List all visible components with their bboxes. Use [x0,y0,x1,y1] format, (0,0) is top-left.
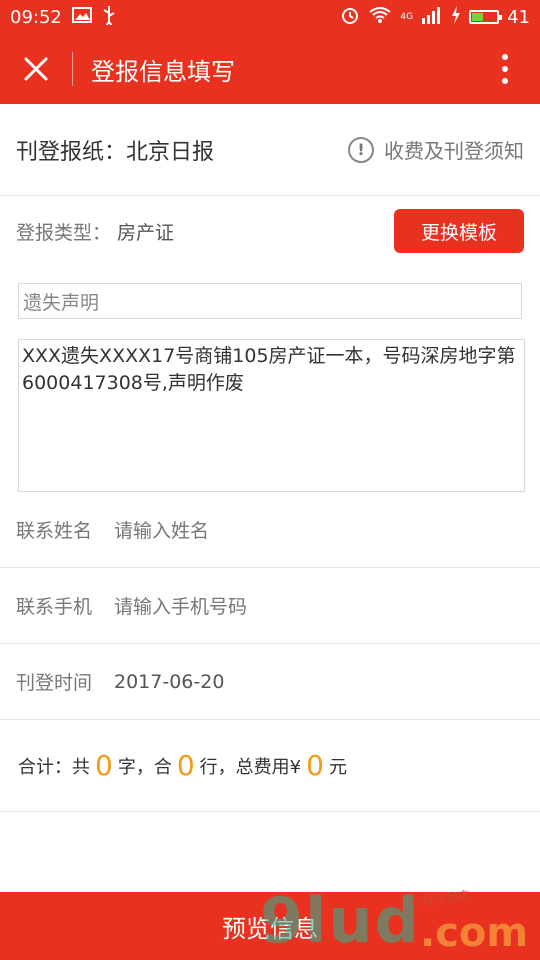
fee-notice-link[interactable]: ! 收费及刊登须知 [348,135,524,164]
contact-phone-row: 联系手机 请输入手机号码 [0,568,540,644]
publish-date-value[interactable]: 2017-06-20 [114,671,224,693]
cost-unit: 元 [328,756,347,778]
contact-phone-input[interactable]: 请输入手机号码 [114,592,247,619]
contact-phone-label: 联系手机 [16,596,93,618]
nav-bar: 登报信息填写 [0,34,540,104]
usb-icon [102,5,116,30]
image-notification-icon [71,6,92,28]
ad-type-row: 登报类型： 房产证 更换模板 [0,196,540,266]
line-count: 0 [176,749,195,782]
publish-date-label: 刊登时间 [16,672,93,694]
status-time: 09:52 [10,6,62,28]
contact-name-row: 联系姓名 请输入姓名 [0,492,540,568]
fee-notice-label: 收费及刊登须知 [384,139,524,163]
preview-button[interactable]: 预览信息 [0,892,540,960]
char-unit: 字，合 [117,756,172,778]
signal-icon [421,6,443,29]
notice-content-textarea[interactable]: XXX遗失XXXX17号商铺105房产证一本，号码深房地字第6000417308… [18,339,525,492]
contact-name-input[interactable]: 请输入姓名 [114,516,209,543]
battery-icon [469,10,503,24]
nav-divider [72,52,73,86]
line-unit: 行，总费用¥ [199,756,302,778]
info-icon: ! [348,136,374,163]
total-prefix: 合计：共 [18,756,90,778]
charging-icon [451,5,461,29]
ad-type-value: 房产证 [117,221,175,244]
publish-date-row[interactable]: 刊登时间 2017-06-20 [0,644,540,720]
newspaper-row: 刊登报纸：北京日报 ! 收费及刊登须知 [0,104,540,196]
change-template-button[interactable]: 更换模板 [394,209,524,253]
close-icon[interactable] [0,34,72,104]
page-title: 登报信息填写 [91,57,235,86]
total-cost: 0 [306,749,324,782]
char-count: 0 [95,749,113,782]
wifi-icon [368,6,392,29]
contact-name-label: 联系姓名 [16,520,93,542]
network-type: 4G [400,12,414,22]
total-summary: 合计：共 0 字，合 0 行，总费用¥ 0 元 [0,720,540,812]
more-vertical-icon[interactable] [470,34,540,104]
status-bar: 09:52 4G 41 [0,0,540,34]
newspaper-label: 刊登报纸：北京日报 [16,139,215,165]
notice-title-input[interactable]: 遗失声明 [18,283,522,319]
ad-type-label: 登报类型： [16,221,112,244]
alarm-icon [340,5,360,30]
preview-button-label: 预览信息 [222,914,318,943]
battery-level: 41 [507,6,530,28]
